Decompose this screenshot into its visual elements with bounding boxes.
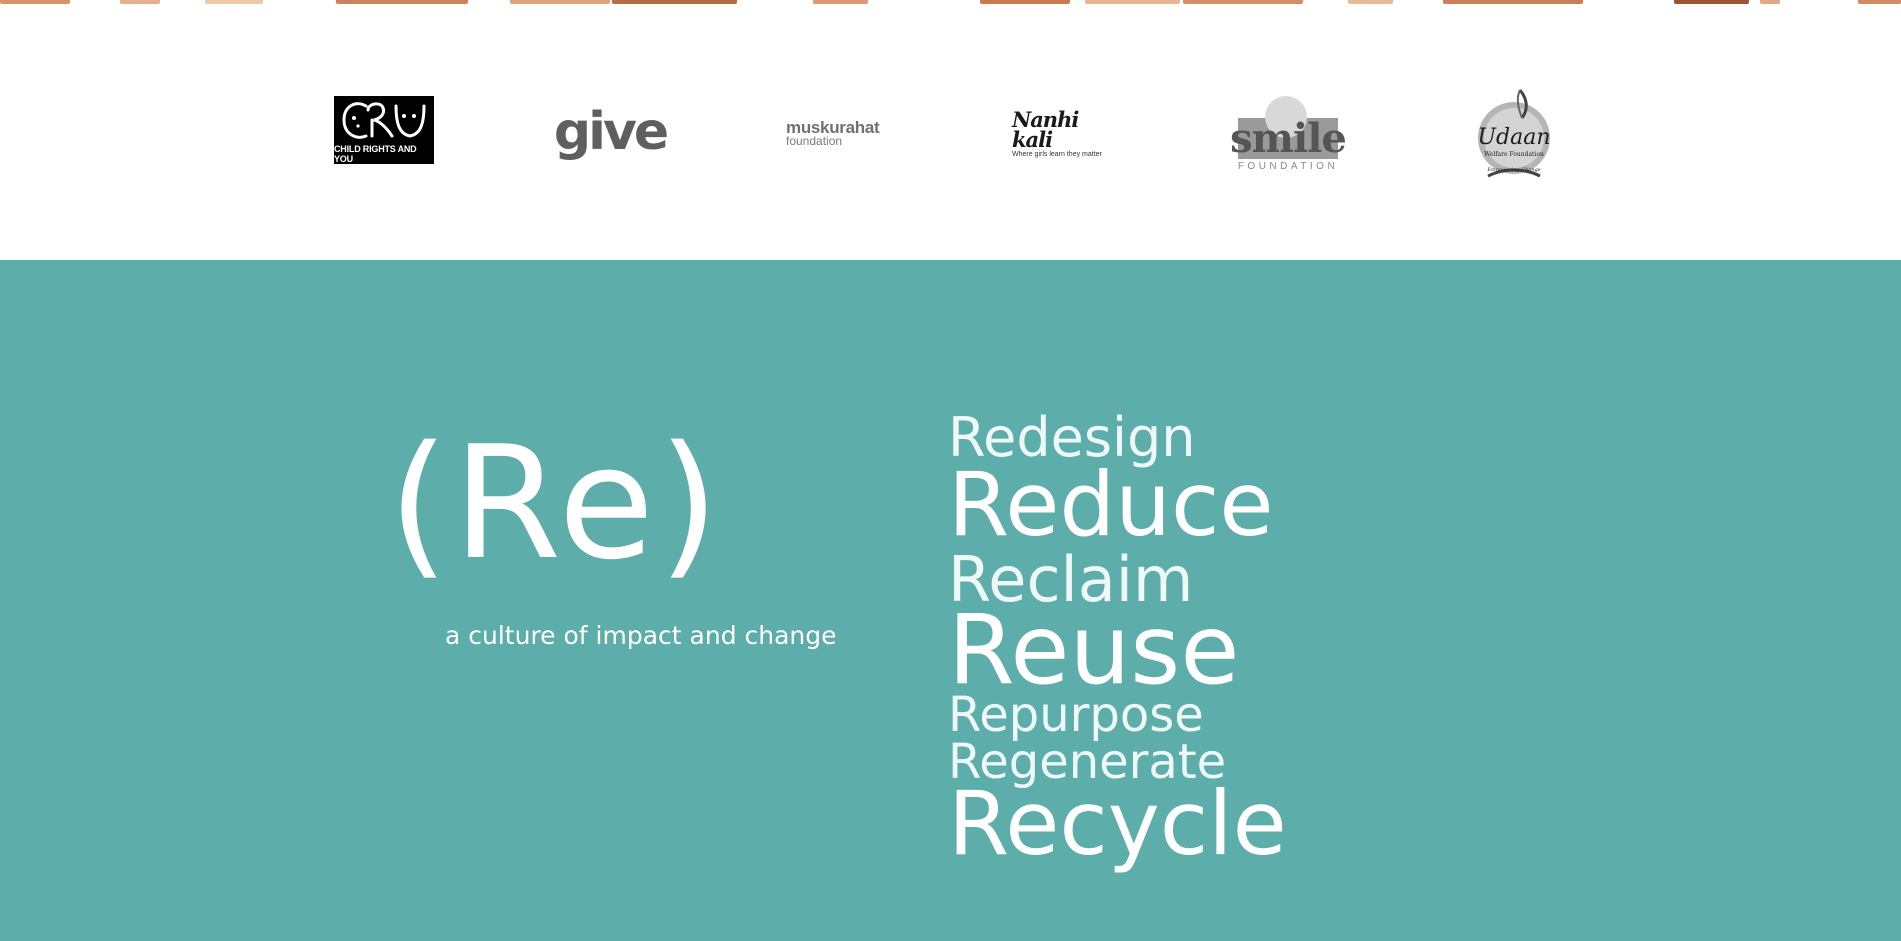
give-logo[interactable]: give: [553, 102, 669, 162]
udaan-sub: Welfare Foundation: [1484, 151, 1544, 158]
re-culture-section: (Re) a culture of impact and change Rede…: [0, 260, 1901, 941]
re-word-reuse: Reuse: [948, 594, 1240, 706]
re-word-repurpose: Repurpose: [948, 687, 1204, 743]
udaan-emblem-icon: Udaan Welfare Foundation Empowering Chan…: [1477, 89, 1551, 178]
re-tagline: a culture of impact and change: [445, 621, 837, 650]
partner-logos-band: CHILD RIGHTS AND YOU give muskurahat fou…: [0, 4, 1901, 260]
udaan-wordmark: Udaan: [1477, 125, 1550, 150]
smile-foundation-label: FOUNDATION: [1237, 161, 1339, 172]
udaan-welfare-foundation-logo[interactable]: Udaan Welfare Foundation Empowering Chan…: [1474, 84, 1554, 184]
smile-wordmark: smile: [1230, 114, 1347, 162]
cry-logo[interactable]: CHILD RIGHTS AND YOU: [334, 96, 434, 164]
cry-subtitle: CHILD RIGHTS AND YOU: [334, 144, 434, 164]
smile-mark: smile: [1230, 96, 1347, 159]
give-wordmark: give: [553, 102, 669, 162]
re-word-reduce: Reduce: [948, 453, 1274, 556]
muskurahat-wordmark: muskurahat: [786, 118, 880, 137]
muskurahat-sub: foundation: [786, 134, 843, 148]
re-word-recycle: Recycle: [948, 772, 1287, 875]
nanhi-kali-tagline: Where girls learn they matter: [1012, 150, 1102, 158]
re-heading: (Re): [388, 412, 724, 594]
udaan-tagline: Empowering Change: [1486, 167, 1540, 173]
muskurahat-foundation-logo[interactable]: muskurahat foundation: [786, 118, 890, 150]
nanhi-kali-logo[interactable]: Nanhi kali Where girls learn they matter: [1012, 109, 1112, 158]
cry-face-mark-icon: [342, 102, 426, 139]
nanhi-kali-wordmark: Nanhi kali: [1012, 106, 1079, 152]
smile-foundation-logo[interactable]: smile FOUNDATION: [1230, 96, 1347, 172]
